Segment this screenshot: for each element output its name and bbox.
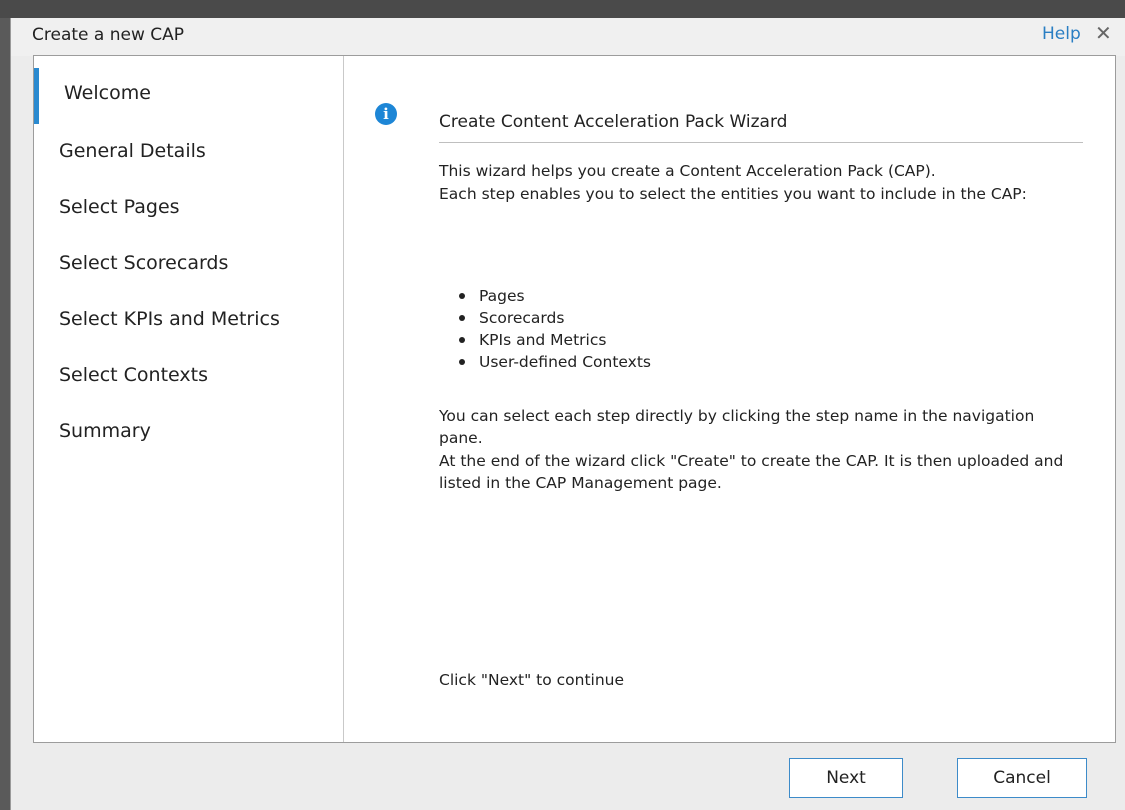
intro-text-2: Each step enables you to select the enti… <box>439 185 1027 203</box>
nav-item-welcome[interactable]: Welcome <box>34 68 342 124</box>
intro-text-1: This wizard helps you create a Content A… <box>439 162 936 180</box>
wizard-body: Welcome General Details Select Pages Sel… <box>33 55 1116 743</box>
info-icon: i <box>375 103 397 125</box>
dialog-title: Create a new CAP <box>32 25 185 45</box>
nav-item-summary[interactable]: Summary <box>34 404 342 460</box>
nav-item-label: Select Pages <box>59 196 180 218</box>
bullet-item: KPIs and Metrics <box>439 329 1079 351</box>
wizard-heading: Create Content Acceleration Pack Wizard <box>439 112 788 132</box>
nav-item-label: Select Scorecards <box>59 252 229 274</box>
background-window-strip <box>0 0 1125 18</box>
entity-bullet-list: Pages Scorecards KPIs and Metrics User-d… <box>439 285 1079 373</box>
bullet-item: User-defined Contexts <box>439 351 1079 373</box>
navigation-help-text: You can select each step directly by cli… <box>439 407 1035 447</box>
nav-item-label: General Details <box>59 140 206 162</box>
nav-item-select-scorecards[interactable]: Select Scorecards <box>34 236 342 292</box>
nav-item-general-details[interactable]: General Details <box>34 124 342 180</box>
nav-item-select-kpis-and-metrics[interactable]: Select KPIs and Metrics <box>34 292 342 348</box>
heading-divider <box>439 142 1083 143</box>
cancel-button[interactable]: Cancel <box>957 758 1087 798</box>
bullet-item: Pages <box>439 285 1079 307</box>
bullet-item: Scorecards <box>439 307 1079 329</box>
close-icon[interactable]: ✕ <box>1095 23 1112 43</box>
nav-item-label: Welcome <box>64 82 151 104</box>
continue-hint: Click "Next" to continue <box>439 671 625 689</box>
nav-item-select-contexts[interactable]: Select Contexts <box>34 348 342 404</box>
nav-item-select-pages[interactable]: Select Pages <box>34 180 342 236</box>
create-help-text: At the end of the wizard click "Create" … <box>439 452 1064 492</box>
help-link[interactable]: Help <box>1042 24 1081 44</box>
nav-item-label: Summary <box>59 420 151 442</box>
wizard-content: i Create Content Acceleration Pack Wizar… <box>344 56 1115 742</box>
background-left-edge <box>0 18 10 810</box>
nav-item-label: Select KPIs and Metrics <box>59 308 280 330</box>
create-cap-dialog: Create a new CAP Help ✕ Welcome General … <box>10 18 1125 810</box>
nav-item-label: Select Contexts <box>59 364 208 386</box>
background-obscured-text <box>120 0 125 9</box>
wizard-navigation-pane: Welcome General Details Select Pages Sel… <box>34 56 344 742</box>
dialog-titlebar: Create a new CAP Help ✕ <box>11 18 1125 56</box>
next-button[interactable]: Next <box>789 758 903 798</box>
